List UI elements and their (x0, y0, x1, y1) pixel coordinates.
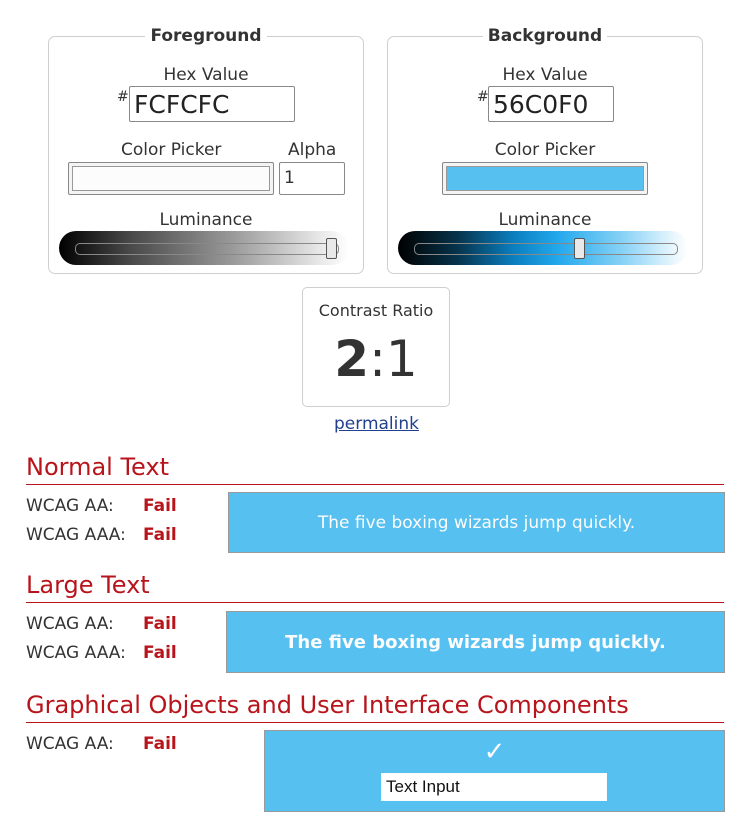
fg-hash-symbol: # (117, 89, 129, 105)
contrast-ratio-box: Contrast Ratio 2:1 (302, 287, 450, 407)
graphical-aa-result: Fail (143, 734, 177, 754)
bg-hash-symbol: # (477, 89, 489, 105)
fg-hex-input[interactable]: FCFCFC (129, 86, 295, 122)
bg-luminance-slider[interactable] (398, 231, 688, 265)
normal-aaa-label: WCAG AAA: (26, 525, 126, 545)
bg-color-picker-label: Color Picker (494, 140, 596, 160)
fg-luminance-slider[interactable] (59, 231, 349, 265)
permalink-link[interactable]: permalink (334, 414, 419, 434)
graphical-aa-label: WCAG AA: (26, 734, 114, 754)
bg-color-swatch (446, 166, 644, 191)
contrast-ratio-rest: :1 (369, 330, 418, 388)
fg-color-picker[interactable] (68, 162, 274, 195)
normal-text-heading: Normal Text (26, 452, 724, 485)
large-aaa-result: Fail (143, 643, 177, 663)
bg-luminance-thumb[interactable] (573, 238, 585, 259)
graphical-objects-heading: Graphical Objects and User Interface Com… (26, 690, 724, 723)
foreground-panel: Foreground Hex Value # FCFCFC Color Pick… (48, 26, 364, 274)
bg-color-picker[interactable] (442, 162, 648, 195)
fg-alpha-input[interactable]: 1 (279, 162, 345, 195)
normal-aaa-result: Fail (143, 525, 177, 545)
large-aa-label: WCAG AA: (26, 614, 114, 634)
graphical-sample: ✓ Text Input (264, 730, 725, 812)
contrast-ratio-main: 2 (334, 330, 370, 388)
fg-hex-label: Hex Value (163, 65, 249, 85)
fg-luminance-rail (75, 243, 339, 255)
fg-color-swatch (72, 166, 270, 191)
foreground-legend: Foreground (49, 25, 363, 47)
fg-color-picker-label: Color Picker (121, 140, 222, 160)
bg-luminance-label: Luminance (498, 210, 592, 230)
fg-luminance-thumb[interactable] (326, 238, 338, 259)
background-panel: Background Hex Value # 56C0F0 Color Pick… (387, 26, 703, 274)
bg-luminance-rail (414, 243, 678, 255)
normal-aa-label: WCAG AA: (26, 496, 114, 516)
large-aaa-label: WCAG AAA: (26, 643, 126, 663)
bg-hex-label: Hex Value (502, 65, 588, 85)
large-aa-result: Fail (143, 614, 177, 634)
checkmark-icon: ✓ (483, 737, 506, 767)
bg-hex-input[interactable]: 56C0F0 (488, 86, 614, 122)
background-legend: Background (388, 25, 702, 47)
large-text-heading: Large Text (26, 570, 724, 603)
sample-text-input[interactable]: Text Input (381, 773, 607, 801)
fg-luminance-label: Luminance (159, 210, 253, 230)
large-text-sample: The five boxing wizards jump quickly. (226, 611, 725, 673)
fg-alpha-label: Alpha (288, 140, 337, 160)
contrast-ratio-value: 2:1 (303, 328, 449, 390)
normal-aa-result: Fail (143, 496, 177, 516)
normal-text-sample: The five boxing wizards jump quickly. (228, 492, 725, 553)
contrast-ratio-label: Contrast Ratio (318, 301, 434, 320)
